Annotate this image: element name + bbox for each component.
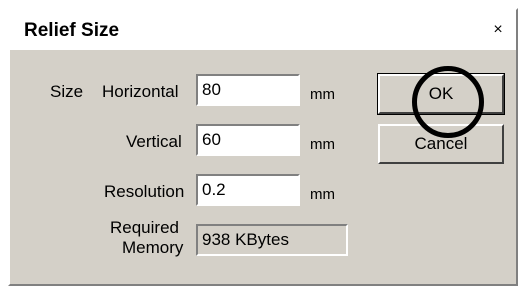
memory-readout: 938 KBytes bbox=[196, 224, 348, 256]
vertical-input[interactable]: 60 bbox=[196, 124, 300, 156]
memory-label-line1: Required bbox=[110, 218, 179, 237]
relief-size-dialog: Relief Size × Size Horizontal 80 mm Vert… bbox=[8, 8, 518, 286]
vertical-label: Vertical bbox=[126, 132, 182, 151]
horizontal-label: Horizontal bbox=[102, 82, 179, 101]
ok-button[interactable]: OK bbox=[377, 73, 505, 115]
dialog-title: Relief Size bbox=[24, 20, 120, 41]
horizontal-unit: mm bbox=[310, 86, 335, 103]
close-button[interactable]: × bbox=[488, 20, 508, 40]
horizontal-input[interactable]: 80 bbox=[196, 74, 300, 106]
title-bar: Relief Size × bbox=[10, 10, 516, 50]
memory-label-line2: Memory bbox=[122, 238, 184, 257]
resolution-label: Resolution bbox=[104, 182, 185, 201]
size-label: Size bbox=[50, 82, 84, 101]
cancel-button[interactable]: Cancel bbox=[378, 124, 504, 164]
resolution-unit: mm bbox=[310, 186, 335, 203]
vertical-unit: mm bbox=[310, 136, 335, 153]
resolution-input[interactable]: 0.2 bbox=[196, 174, 300, 206]
